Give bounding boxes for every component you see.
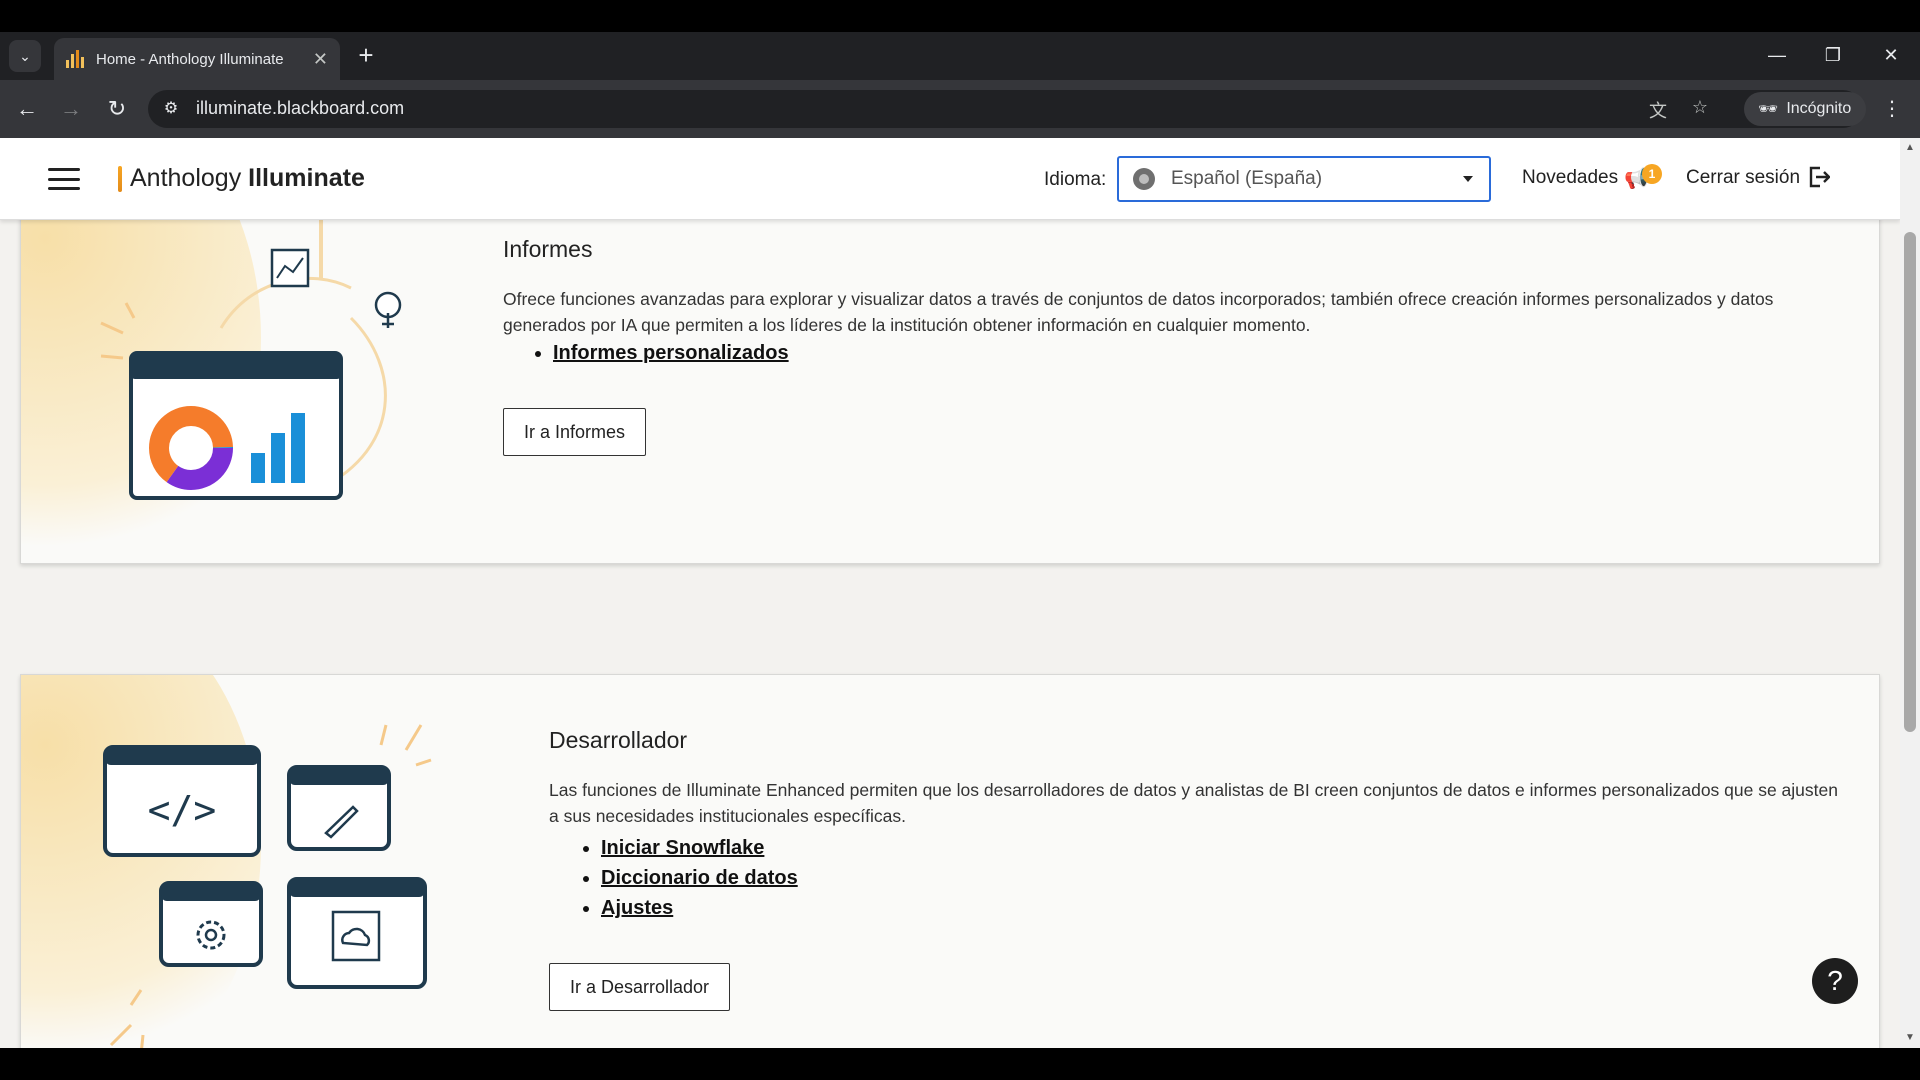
svg-text:</>: </> [148, 788, 217, 832]
tab-search-button[interactable]: ⌄ [9, 40, 41, 72]
reports-title: Informes [503, 236, 593, 262]
reports-illustration [100, 216, 402, 500]
close-window-button[interactable]: ✕ [1866, 40, 1916, 70]
window-bottom-strip [0, 1048, 1920, 1080]
site-settings-icon[interactable]: ⚙ [160, 98, 182, 120]
illuminate-favicon-icon [66, 50, 84, 68]
chevron-down-icon: ⌄ [19, 47, 31, 64]
logo-mark [118, 166, 122, 192]
developer-card: </> Desarrollador Las funciones de Illum… [20, 674, 1880, 1048]
hamburger-menu-icon[interactable] [48, 168, 80, 190]
language-label: Idioma: [1044, 169, 1107, 190]
language-select[interactable]: Español (España) [1117, 156, 1491, 202]
reload-button[interactable]: ↻ [102, 94, 132, 124]
app-header: Anthology Illuminate Idioma: Español (Es… [0, 138, 1900, 220]
incognito-indicator[interactable]: 🕶 Incógnito [1744, 92, 1866, 126]
reports-links: Informes personalizados [525, 338, 789, 368]
go-to-developer-button[interactable]: Ir a Desarrollador [549, 963, 731, 1011]
developer-description: Las funciones de Illuminate Enhanced per… [549, 780, 1838, 826]
language-select-value: Español (España) [1171, 168, 1323, 189]
news-count-badge: 1 [1642, 164, 1662, 184]
scroll-up-icon[interactable]: ▲ [1904, 142, 1916, 153]
logout-link[interactable]: Cerrar sesión [1686, 167, 1800, 189]
link-custom-reports[interactable]: Informes personalizados [553, 342, 789, 364]
restore-button[interactable]: ❐ [1808, 40, 1858, 70]
logout-icon[interactable] [1808, 165, 1830, 189]
incognito-label: Incógnito [1786, 100, 1852, 117]
list-item: Ajustes [601, 893, 798, 923]
link-data-dictionary[interactable]: Diccionario de datos [601, 867, 798, 889]
scrollbar-thumb[interactable] [1904, 232, 1916, 732]
url-text[interactable]: illuminate.blackboard.com [196, 98, 404, 119]
window-top-strip [0, 0, 1920, 32]
browser-tab-active[interactable]: Home - Anthology Illuminate ✕ [54, 38, 340, 80]
back-button[interactable]: ← [12, 94, 42, 124]
scroll-down-icon[interactable]: ▼ [1904, 1032, 1916, 1043]
developer-links: Iniciar Snowflake Diccionario de datos A… [573, 833, 798, 923]
link-settings[interactable]: Ajustes [601, 897, 673, 919]
minimize-button[interactable]: — [1752, 40, 1802, 70]
bookmark-star-icon[interactable]: ☆ [1688, 97, 1712, 121]
developer-illustration: </> [103, 724, 432, 1048]
globe-icon [1133, 168, 1155, 190]
reports-card: Informes Ofrece funciones avanzadas para… [20, 168, 1880, 564]
translate-icon[interactable]: 文 [1646, 97, 1670, 121]
brand-logo[interactable]: Anthology Illuminate [130, 164, 365, 193]
address-bar[interactable] [148, 90, 1862, 128]
incognito-icon: 🕶 [1758, 101, 1779, 118]
news-link[interactable]: Novedades [1522, 167, 1618, 189]
page-viewport: Anthology Illuminate Idioma: Español (Es… [0, 138, 1900, 1048]
browser-menu-icon[interactable]: ⋮ [1882, 96, 1902, 121]
close-tab-icon[interactable]: ✕ [313, 49, 328, 70]
list-item: Iniciar Snowflake [601, 833, 798, 863]
link-launch-snowflake[interactable]: Iniciar Snowflake [601, 837, 764, 859]
caret-down-icon [1463, 176, 1473, 182]
go-to-reports-button[interactable]: Ir a Informes [503, 408, 647, 456]
list-item: Diccionario de datos [601, 863, 798, 893]
help-button[interactable]: ? [1812, 958, 1858, 1004]
reports-description: Ofrece funciones avanzadas para explorar… [503, 289, 1774, 335]
tab-title: Home - Anthology Illuminate [96, 50, 284, 68]
developer-title: Desarrollador [549, 727, 688, 753]
new-tab-button[interactable]: + [352, 42, 380, 70]
list-item: Informes personalizados [553, 338, 789, 368]
forward-button[interactable]: → [56, 94, 86, 124]
